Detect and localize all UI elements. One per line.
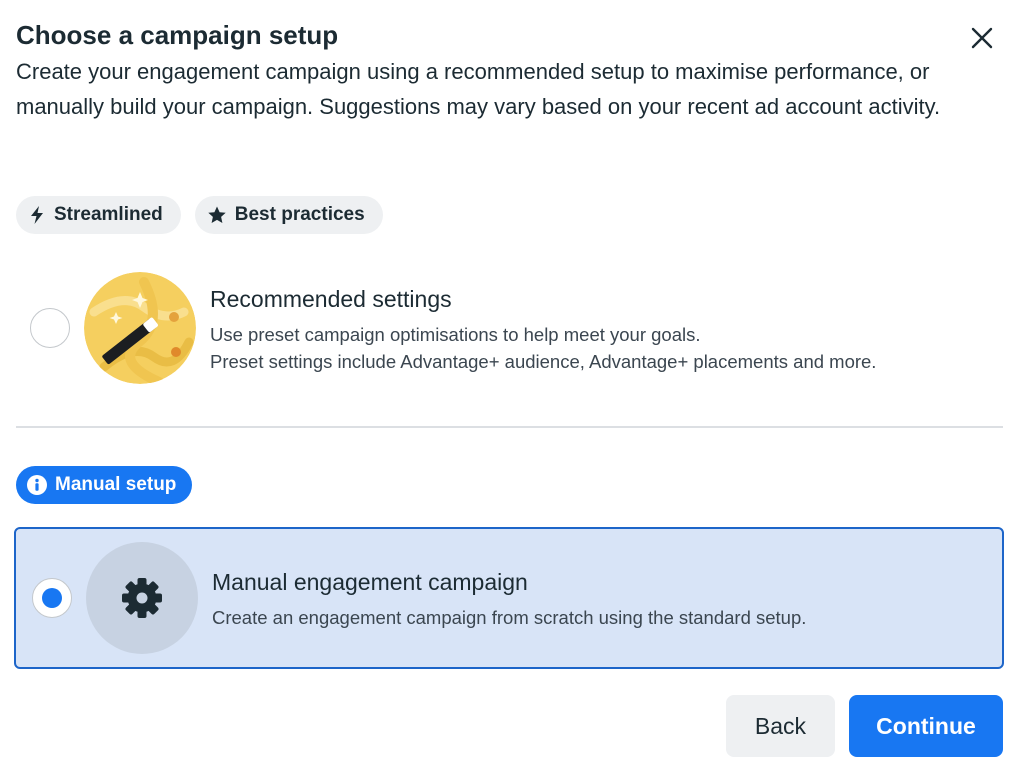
tag-label: Streamlined	[54, 204, 163, 225]
badge-label: Manual setup	[55, 474, 177, 495]
close-button[interactable]	[966, 22, 998, 54]
option-title: Manual engagement campaign	[212, 569, 528, 595]
gear-illustration	[86, 542, 198, 654]
campaign-setup-dialog: Choose a campaign setup Create your enga…	[0, 0, 1024, 770]
lightning-bolt-icon	[31, 206, 43, 224]
gear-icon	[122, 578, 162, 618]
radio-recommended[interactable]	[30, 308, 70, 348]
tag-row: Streamlined Best practices	[16, 196, 383, 234]
option-description: Create an engagement campaign from scrat…	[212, 607, 807, 628]
option-title: Recommended settings	[210, 286, 452, 312]
tag-streamlined: Streamlined	[16, 196, 181, 234]
recommended-text: Recommended settings Use preset campaign…	[210, 286, 876, 375]
radio-selected-dot	[42, 588, 62, 608]
magic-wand-icon	[84, 272, 196, 384]
back-button[interactable]: Back	[726, 695, 835, 757]
star-icon	[208, 206, 226, 223]
close-icon	[971, 27, 993, 49]
manual-text: Manual engagement campaign Create an eng…	[212, 569, 806, 631]
option-description: Preset settings include Advantage+ audie…	[210, 351, 877, 372]
manual-setup-badge: Manual setup	[16, 466, 193, 504]
tag-best-practices: Best practices	[194, 196, 383, 234]
dialog-description: Create your engagement campaign using a …	[16, 59, 941, 119]
option-recommended-settings[interactable]: Recommended settings Use preset campaign…	[14, 268, 1004, 388]
dialog-title: Choose a campaign setup	[16, 20, 339, 50]
radio-manual[interactable]	[32, 578, 72, 618]
option-description: Use preset campaign optimisations to hel…	[210, 324, 701, 345]
tag-label: Best practices	[234, 204, 365, 225]
divider	[16, 426, 1003, 428]
option-manual-engagement-campaign[interactable]: Manual engagement campaign Create an eng…	[14, 527, 1004, 669]
continue-button[interactable]: Continue	[849, 695, 1003, 757]
info-icon	[27, 475, 47, 495]
